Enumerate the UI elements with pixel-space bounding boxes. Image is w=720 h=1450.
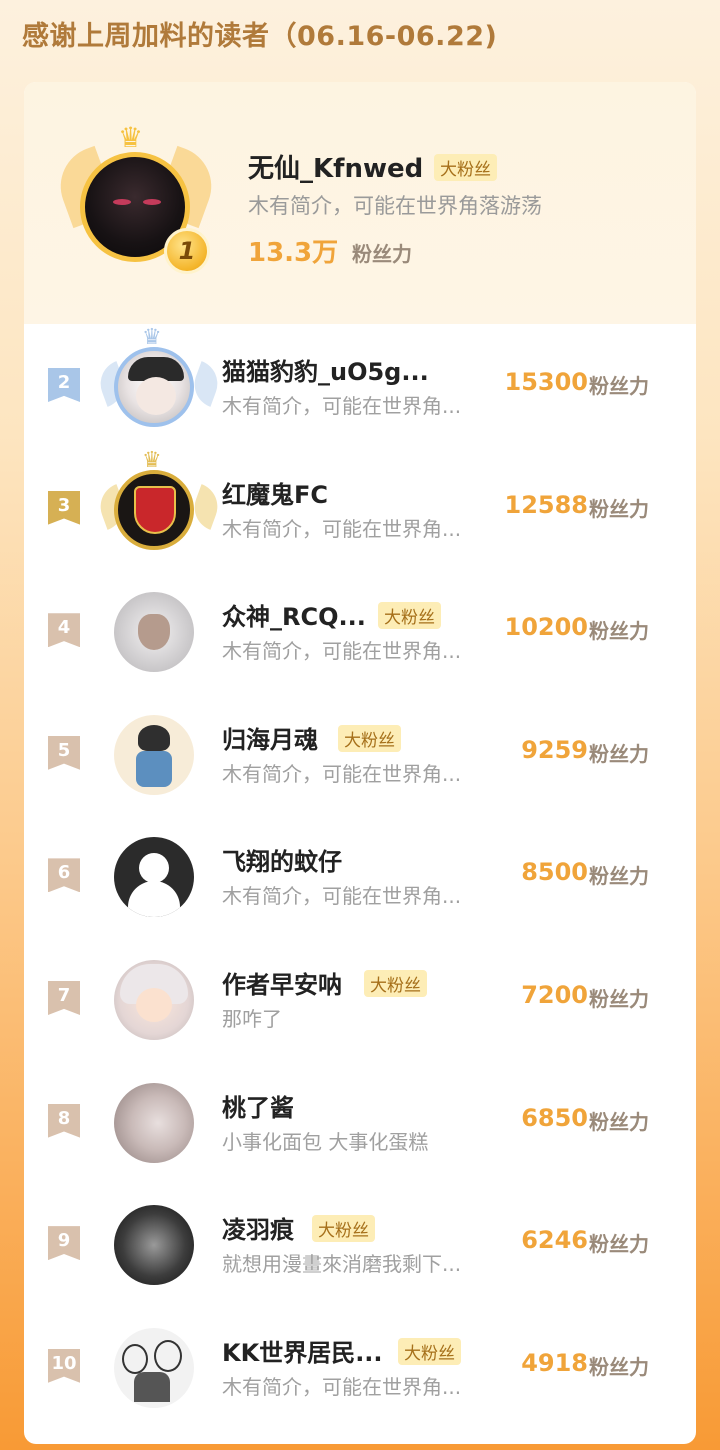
reader-name[interactable]: 作者早安呐 (222, 965, 342, 1000)
reader-bio: 那咋了 (222, 1006, 282, 1031)
reader-name[interactable]: 凌羽痕 (222, 1210, 294, 1245)
list-item[interactable]: 2 ♛ 猫猫豹豹_uO5g... 木有简介，可能在世界角... 15300 粉丝… (24, 324, 696, 447)
list-item[interactable]: 3 ♛ 红魔鬼FC 木有简介，可能在世界角... 12588 粉丝力 (24, 447, 696, 570)
crown-icon: ♛ (142, 325, 162, 350)
fan-power-value: 4918 (521, 1348, 588, 1377)
list-item[interactable]: 4 众神_RCQ... 大粉丝 木有简介，可能在世界角... 10200 粉丝力 (24, 569, 696, 692)
fan-power-value: 6246 (521, 1226, 588, 1255)
fan-power-value: 12588 (504, 490, 589, 519)
reader-name[interactable]: KK世界居民... (222, 1333, 383, 1368)
ranking-card: ♛ 1 无仙_Kfnwed 大粉丝 木有简介，可能在世界角落游荡 13.3万 粉… (24, 82, 696, 1444)
big-fan-badge: 大粉丝 (434, 154, 497, 181)
fan-power-value: 13.3万 (248, 238, 339, 268)
list-item[interactable]: 6 飞翔的蚊仔 木有简介，可能在世界角... 8500 粉丝力 (24, 814, 696, 937)
rank-flag: 9 (48, 1226, 80, 1261)
list-item[interactable]: 7 作者早安呐 大粉丝 那咋了 7200 粉丝力 (24, 937, 696, 1060)
big-fan-badge: 大粉丝 (398, 1337, 461, 1365)
reader-name[interactable]: 归海月魂 (222, 720, 318, 755)
crown-icon: ♛ (118, 121, 144, 154)
avatar[interactable] (114, 1082, 194, 1163)
avatar[interactable] (114, 592, 194, 673)
fan-power-label: 粉丝力 (589, 986, 649, 1011)
rank-flag: 10 (48, 1348, 80, 1383)
avatar[interactable] (114, 347, 194, 427)
reader-bio: 木有简介，可能在世界角... (222, 761, 462, 786)
avatar[interactable] (114, 1327, 194, 1408)
fan-power-label: 粉丝力 (589, 374, 649, 398)
fan-power-label: 粉丝力 (352, 242, 412, 266)
reader-bio: 小事化面包 大事化蛋糕 (222, 1129, 429, 1154)
rank-flag: 4 (48, 613, 80, 648)
fan-power-label: 粉丝力 (589, 1109, 649, 1134)
big-fan-badge: 大粉丝 (378, 602, 441, 630)
rank-flag: 7 (48, 980, 80, 1015)
big-fan-badge: 大粉丝 (364, 969, 427, 997)
avatar[interactable] (114, 959, 194, 1040)
list-item[interactable]: 9 凌羽痕 大粉丝 就想用漫畫來消磨我剩下... 6246 粉丝力 (24, 1182, 696, 1305)
fan-power-label: 粉丝力 (589, 864, 649, 889)
reader-bio: 木有简介，可能在世界角落游荡 (248, 194, 542, 218)
rank-medal: 1 (164, 228, 210, 274)
reader-bio: 木有简介，可能在世界角... (222, 394, 462, 418)
fan-power-value: 8500 (521, 858, 588, 887)
fan-power-value: 6850 (521, 1103, 588, 1132)
rank-flag: 6 (48, 858, 80, 893)
reader-name[interactable]: 飞翔的蚊仔 (222, 842, 342, 877)
rank-flag: 3 (48, 490, 80, 525)
reader-bio: 木有简介，可能在世界角... (222, 884, 462, 909)
fan-power-label: 粉丝力 (589, 741, 649, 766)
ranking-list: 2 ♛ 猫猫豹豹_uO5g... 木有简介，可能在世界角... 15300 粉丝… (24, 324, 696, 1427)
avatar[interactable] (114, 714, 194, 795)
avatar[interactable] (114, 1205, 194, 1286)
avatar[interactable] (114, 837, 194, 918)
fan-power-label: 粉丝力 (589, 619, 649, 644)
list-item[interactable]: 10 KK世界居民... 大粉丝 木有简介，可能在世界角... 4918 粉丝力 (24, 1305, 696, 1428)
list-item[interactable]: 8 桃了酱 小事化面包 大事化蛋糕 6850 粉丝力 (24, 1060, 696, 1183)
list-item[interactable]: 5 归海月魂 大粉丝 木有简介，可能在世界角... 9259 粉丝力 (24, 692, 696, 815)
reader-name[interactable]: 众神_RCQ... (222, 597, 366, 632)
reader-bio: 就想用漫畫來消磨我剩下... (222, 1252, 462, 1277)
fan-power-label: 粉丝力 (589, 1354, 649, 1379)
page-title: 感谢上周加料的读者（06.16-06.22) (22, 21, 498, 52)
top-avatar-frame: ♛ 1 (49, 121, 223, 292)
fan-power-label: 粉丝力 (589, 1232, 649, 1257)
big-fan-badge: 大粉丝 (338, 724, 401, 752)
rank-flag: 5 (48, 735, 80, 770)
fan-power-label: 粉丝力 (589, 496, 649, 521)
fan-power-value: 10200 (504, 613, 589, 642)
reader-bio: 木有简介，可能在世界角... (222, 1374, 462, 1399)
rank-flag: 2 (48, 368, 80, 402)
reader-bio: 木有简介，可能在世界角... (222, 639, 462, 664)
rank-flag: 8 (48, 1103, 80, 1138)
reader-name[interactable]: 猫猫豹豹_uO5g... (222, 352, 429, 387)
fan-power-value: 7200 (521, 980, 588, 1009)
avatar[interactable] (114, 469, 194, 550)
reader-name[interactable]: 桃了酱 (222, 1088, 294, 1123)
reader-bio: 木有简介，可能在世界角... (222, 516, 462, 541)
crown-icon: ♛ (142, 447, 162, 473)
top-reader-entry[interactable]: ♛ 1 无仙_Kfnwed 大粉丝 木有简介，可能在世界角落游荡 13.3万 粉… (24, 82, 696, 324)
reader-name[interactable]: 红魔鬼FC (222, 475, 328, 510)
reader-name[interactable]: 无仙_Kfnwed (248, 148, 423, 185)
fan-power-value: 15300 (504, 368, 589, 396)
big-fan-badge: 大粉丝 (312, 1215, 375, 1243)
fan-power-value: 9259 (521, 735, 588, 764)
